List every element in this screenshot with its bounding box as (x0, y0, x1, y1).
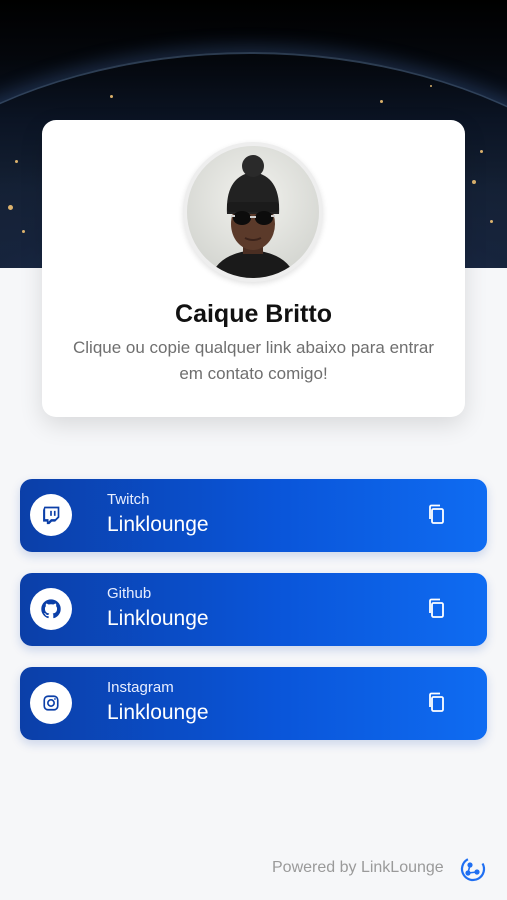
link-platform-label: Github (107, 585, 152, 602)
twitch-icon (30, 494, 72, 536)
profile-name: Caique Britto (175, 300, 332, 328)
link-card-twitch[interactable]: Twitch Linklounge (20, 479, 487, 552)
link-handle-label: Linklounge (107, 607, 209, 630)
copy-icon[interactable] (425, 502, 449, 528)
github-icon (30, 588, 72, 630)
link-platform-label: Twitch (107, 491, 150, 508)
link-card-instagram[interactable]: Instagram Linklounge (20, 667, 487, 740)
link-card-github[interactable]: Github Linklounge (20, 573, 487, 646)
link-platform-label: Instagram (107, 679, 174, 696)
linklounge-logo-icon[interactable] (459, 855, 487, 883)
avatar (183, 142, 323, 282)
profile-card: Caique Britto Clique ou copie qualquer l… (42, 120, 465, 417)
link-handle-label: Linklounge (107, 513, 209, 536)
copy-icon[interactable] (425, 596, 449, 622)
instagram-icon (30, 682, 72, 724)
footer-powered-by[interactable]: Powered by LinkLounge (272, 859, 444, 877)
link-handle-label: Linklounge (107, 701, 209, 724)
copy-icon[interactable] (425, 690, 449, 716)
profile-bio: Clique ou copie qualquer link abaixo par… (72, 338, 434, 383)
